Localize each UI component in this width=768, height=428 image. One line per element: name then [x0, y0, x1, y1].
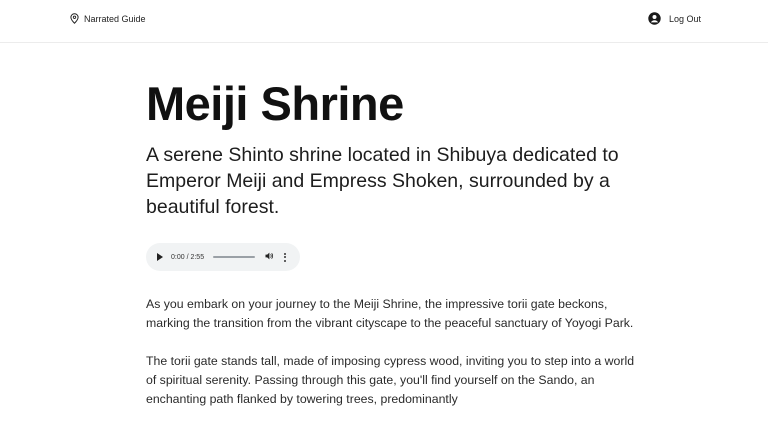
narration-paragraph: As you embark on your journey to the Mei…: [146, 297, 634, 330]
top-navigation-bar: Narrated Guide Log Out: [0, 0, 768, 43]
audio-player[interactable]: 0:00 / 2:55: [146, 243, 300, 271]
play-icon[interactable]: [157, 253, 163, 261]
map-pin-icon: [70, 13, 79, 24]
logout-button[interactable]: Log Out: [648, 12, 701, 25]
page-title: Meiji Shrine: [146, 77, 404, 130]
audio-time-display: 0:00 / 2:55: [171, 253, 205, 261]
brand-name: Narrated Guide: [84, 13, 146, 24]
main-content: Meiji Shrine A serene Shinto shrine loca…: [146, 76, 636, 406]
page-subtitle: A serene Shinto shrine located in Shibuy…: [146, 144, 619, 218]
user-circle-icon: [648, 12, 661, 25]
brand-link[interactable]: Narrated Guide: [70, 13, 146, 24]
volume-icon[interactable]: [265, 252, 274, 262]
more-options-icon[interactable]: [284, 252, 287, 262]
narration-text: As you embark on your journey to the Mei…: [146, 295, 636, 428]
logout-label: Log Out: [669, 13, 702, 24]
narration-paragraph: The torii gate stands tall, made of impo…: [146, 354, 635, 406]
audio-progress-slider[interactable]: [213, 256, 256, 258]
